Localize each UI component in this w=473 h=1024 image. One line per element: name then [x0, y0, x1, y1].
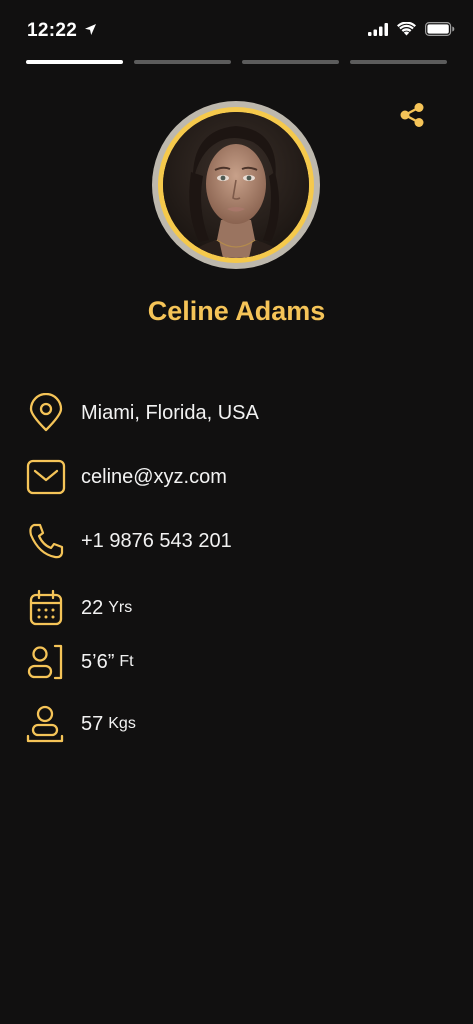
portrait-illustration — [163, 112, 309, 258]
battery-icon — [425, 22, 455, 36]
profile-photo — [163, 112, 309, 258]
location-row: Miami, Florida, USA — [26, 393, 259, 433]
weight-unit: Kgs — [108, 715, 136, 732]
phone-icon — [26, 521, 66, 561]
progress-segment — [134, 60, 231, 64]
phone-row: +1 9876 543 201 — [26, 521, 232, 561]
location-arrow-icon — [85, 24, 96, 35]
share-icon[interactable] — [398, 102, 426, 128]
phone-value[interactable]: +1 9876 543 201 — [81, 530, 232, 553]
age-unit: Yrs — [108, 599, 133, 616]
progress-segment-active — [26, 60, 123, 64]
email-value[interactable]: celine@xyz.com — [81, 466, 227, 489]
story-progress — [26, 60, 447, 64]
height-icon — [26, 642, 66, 682]
profile-name: Celine Adams — [147, 296, 326, 326]
signal-icon — [368, 22, 388, 36]
email-row: celine@xyz.com — [26, 457, 227, 497]
weight-value: 57 — [81, 712, 104, 735]
location-pin-icon — [26, 393, 66, 433]
age-value: 22 — [81, 596, 104, 619]
age-row: 22 Yrs — [26, 588, 132, 628]
envelope-icon — [26, 457, 66, 497]
progress-segment — [350, 60, 447, 64]
status-bar: 12:22 — [0, 0, 473, 60]
location-value: Miami, Florida, USA — [81, 401, 259, 424]
wifi-icon — [397, 22, 416, 36]
status-time: 12:22 — [27, 20, 78, 41]
height-row: 5’6” Ft — [26, 642, 134, 682]
height-value: 5’6” — [81, 650, 115, 673]
weight-row: 57 Kgs — [26, 704, 136, 744]
avatar — [152, 101, 320, 269]
progress-segment — [242, 60, 339, 64]
weight-scale-icon — [26, 704, 66, 744]
calendar-icon — [26, 588, 66, 628]
height-unit: Ft — [119, 653, 134, 670]
